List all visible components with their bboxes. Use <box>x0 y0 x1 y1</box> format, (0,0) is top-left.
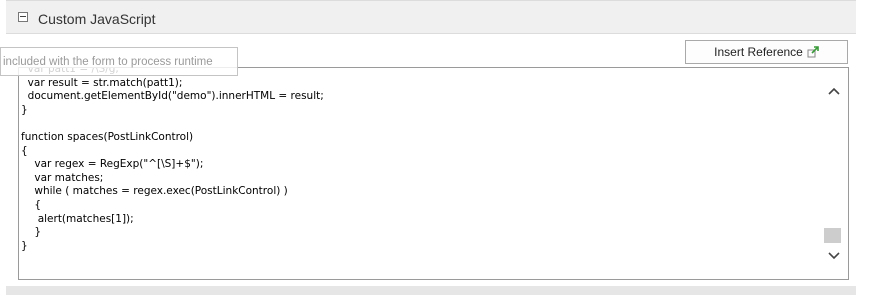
code-line[interactable]: var regex = RegExp("^[\S]+$"); <box>21 158 324 172</box>
custom-javascript-header[interactable]: Custom JavaScript <box>6 0 856 34</box>
code-line[interactable]: { <box>21 199 324 213</box>
scrollbar-thumb[interactable] <box>824 228 841 243</box>
insert-reference-icon <box>807 46 819 58</box>
insert-reference-label: Insert Reference <box>714 45 803 59</box>
right-frame <box>856 0 869 295</box>
code-line[interactable]: alert(matches[1]); <box>21 213 324 227</box>
insert-reference-button[interactable]: Insert Reference <box>685 40 848 64</box>
chevron-up-icon[interactable] <box>826 84 842 98</box>
footer-bar <box>6 286 856 295</box>
code-line[interactable]: var result = str.match(patt1); <box>21 77 324 91</box>
javascript-code-editor[interactable]: var patt1 = /\S/g; var result = str.matc… <box>18 67 849 280</box>
editor-scrollbar[interactable] <box>820 68 848 279</box>
code-line[interactable]: function spaces(PostLinkControl) <box>21 131 324 145</box>
collapse-toggle-icon[interactable] <box>18 12 28 22</box>
help-tooltip: included with the form to process runtim… <box>0 47 238 76</box>
code-line[interactable]: var matches; <box>21 172 324 186</box>
code-line[interactable]: } <box>21 104 324 118</box>
code-line[interactable] <box>21 117 324 131</box>
code-line[interactable]: document.getElementById("demo").innerHTM… <box>21 90 324 104</box>
code-line[interactable]: { <box>21 145 324 159</box>
chevron-down-icon[interactable] <box>826 249 842 263</box>
panel-title: Custom JavaScript <box>38 11 156 27</box>
code-line[interactable]: } <box>21 226 324 240</box>
code-text[interactable]: var patt1 = /\S/g; var result = str.matc… <box>21 68 324 254</box>
code-line[interactable]: while ( matches = regex.exec(PostLinkCon… <box>21 185 324 199</box>
code-line[interactable]: } <box>21 240 324 254</box>
